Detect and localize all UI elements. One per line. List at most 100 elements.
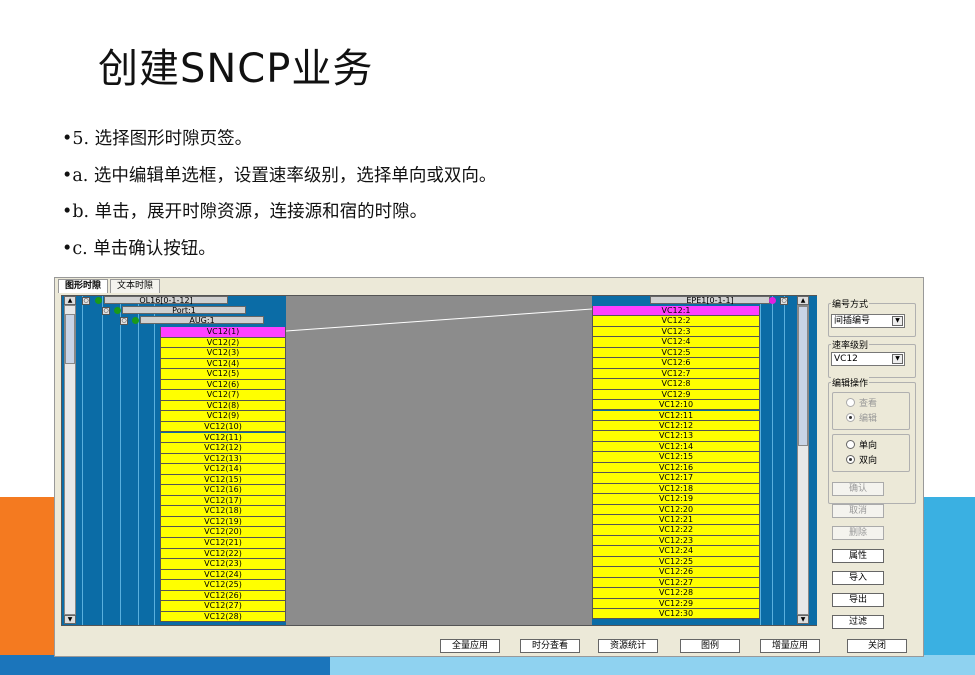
source-timeslot[interactable]: VC12(4) (160, 358, 286, 370)
source-timeslot[interactable]: VC12(8) (160, 400, 286, 412)
sink-timeslot[interactable]: VC12:24 (592, 546, 760, 557)
sink-timeslot[interactable]: VC12:2 (592, 316, 760, 327)
sink-timeslot[interactable]: VC12:26 (592, 567, 760, 578)
sink-timeslot[interactable]: VC12:9 (592, 389, 760, 401)
source-timeslot[interactable]: VC12(18) (160, 506, 286, 517)
sink-timeslot[interactable]: VC12:13 (592, 431, 760, 442)
aug-node[interactable]: AUG:1 (140, 316, 264, 325)
source-timeslot[interactable]: VC12(25) (160, 580, 286, 591)
sink-timeslot[interactable]: VC12:10 (592, 400, 760, 411)
numbering-value: 间插编号 (834, 316, 871, 326)
sink-timeslot[interactable]: VC12:7 (592, 368, 760, 380)
unidirectional-radio[interactable]: 单向 (846, 438, 877, 451)
source-timeslot[interactable]: VC12(19) (160, 516, 286, 528)
sink-timeslot[interactable]: VC12:22 (592, 525, 760, 536)
sink-timeslot[interactable]: VC12:25 (592, 556, 760, 568)
view-radio[interactable]: 查看 (846, 396, 877, 409)
sink-timeslot[interactable]: VC12:17 (592, 473, 760, 484)
import-button[interactable]: 导入 (832, 571, 884, 585)
sink-timeslot[interactable]: VC12:27 (592, 577, 760, 589)
source-timeslot[interactable]: VC12(13) (160, 453, 286, 465)
orange-decoration (0, 497, 60, 675)
delete-button[interactable]: 删除 (832, 526, 884, 540)
filter-button[interactable]: 过滤 (832, 615, 884, 629)
sink-timeslot[interactable]: VC12:29 (592, 598, 760, 610)
sink-timeslot[interactable]: VC12:15 (592, 452, 760, 463)
source-timeslot[interactable]: VC12(2) (160, 337, 286, 349)
edit-op-label: 编辑操作 (831, 376, 870, 389)
sink-timeslot[interactable]: VC12:11 (592, 410, 760, 421)
source-timeslot[interactable]: VC12(16) (160, 485, 286, 496)
sink-timeslot[interactable]: VC12:30 (592, 609, 760, 620)
time-division-view-button[interactable]: 时分查看 (520, 639, 580, 653)
sink-timeslot[interactable]: VC12:6 (592, 358, 760, 369)
board-node[interactable]: OL16[0-1-12] (104, 296, 228, 305)
status-dot-icon (132, 317, 139, 324)
scroll-down-button[interactable]: ▼ (797, 615, 809, 624)
bidirectional-radio[interactable]: 双向 (846, 453, 877, 466)
source-timeslot[interactable]: VC12(14) (160, 464, 286, 475)
source-timeslot[interactable]: VC12(28) (160, 611, 286, 623)
source-timeslot[interactable]: VC12(11) (160, 432, 286, 444)
left-scroll-thumb[interactable] (65, 314, 75, 364)
sink-timeslot[interactable]: VC12:21 (592, 515, 760, 526)
sink-timeslot[interactable]: VC12:14 (592, 441, 760, 453)
edit-radio[interactable]: 编辑 (846, 411, 877, 424)
source-timeslot[interactable]: VC12(17) (160, 495, 286, 507)
cancel-button[interactable]: 取消 (832, 504, 884, 518)
source-timeslot[interactable]: VC12(6) (160, 379, 286, 391)
bottom-toolbar: 全量应用 时分查看 资源统计 图例 增量应用 关闭 (55, 635, 923, 655)
sink-timeslot[interactable]: VC12:23 (592, 535, 760, 547)
expand-toggle[interactable]: ○ (102, 307, 110, 315)
export-button[interactable]: 导出 (832, 593, 884, 607)
scroll-up-button[interactable]: ▲ (64, 296, 76, 305)
bi-radio-label: 双向 (859, 456, 878, 466)
source-timeslot[interactable]: VC12(5) (160, 369, 286, 380)
sink-timeslot[interactable]: VC12:28 (592, 588, 760, 599)
right-scroll-thumb[interactable] (798, 306, 808, 446)
legend-button[interactable]: 图例 (680, 639, 740, 653)
sink-timeslot[interactable]: VC12:19 (592, 494, 760, 505)
source-timeslot[interactable]: VC12(15) (160, 474, 286, 486)
sink-timeslot[interactable]: VC12:1 (592, 306, 760, 317)
sink-timeslot[interactable]: VC12:8 (592, 379, 760, 390)
close-button[interactable]: 关闭 (847, 639, 907, 653)
source-timeslot[interactable]: VC12(9) (160, 411, 286, 422)
port-node[interactable]: Port:1 (122, 306, 246, 315)
tab-text-timeslot[interactable]: 文本时隙 (110, 279, 161, 293)
source-timeslot[interactable]: VC12(12) (160, 443, 286, 454)
scroll-down-button[interactable]: ▼ (64, 615, 76, 624)
source-timeslot[interactable]: VC12(22) (160, 548, 286, 560)
source-timeslot[interactable]: VC12(7) (160, 390, 286, 401)
sink-timeslot[interactable]: VC12:5 (592, 347, 760, 359)
board-node[interactable]: EPE1[0-1-1] (650, 296, 770, 305)
sink-timeslot[interactable]: VC12:16 (592, 462, 760, 474)
confirm-button[interactable]: 确认 (832, 482, 884, 496)
property-button[interactable]: 属性 (832, 549, 884, 563)
sink-timeslot[interactable]: VC12:3 (592, 326, 760, 338)
scroll-up-button[interactable]: ▲ (797, 296, 809, 305)
source-timeslot[interactable]: VC12(3) (160, 348, 286, 359)
resource-stats-button[interactable]: 资源统计 (598, 639, 658, 653)
expand-toggle[interactable]: ○ (780, 297, 788, 305)
source-timeslot[interactable]: VC12(20) (160, 527, 286, 538)
incremental-apply-button[interactable]: 增量应用 (760, 639, 820, 653)
source-timeslot[interactable]: VC12(26) (160, 590, 286, 602)
source-timeslot[interactable]: VC12(1) (160, 327, 286, 338)
tab-graphic-timeslot[interactable]: 图形时隙 (58, 279, 109, 293)
source-timeslot[interactable]: VC12(21) (160, 538, 286, 549)
sink-timeslot[interactable]: VC12:18 (592, 483, 760, 495)
source-timeslot[interactable]: VC12(27) (160, 601, 286, 612)
source-timeslot[interactable]: VC12(23) (160, 559, 286, 570)
status-dot-icon (114, 307, 121, 314)
expand-toggle[interactable]: ○ (120, 317, 128, 325)
rate-select[interactable]: VC12 ▼ (831, 352, 905, 366)
source-timeslot[interactable]: VC12(10) (160, 421, 286, 433)
source-timeslot[interactable]: VC12(24) (160, 569, 286, 581)
sink-timeslot[interactable]: VC12:12 (592, 420, 760, 432)
numbering-select[interactable]: 间插编号 ▼ (831, 314, 905, 328)
expand-toggle[interactable]: ○ (82, 297, 90, 305)
sink-timeslot[interactable]: VC12:20 (592, 504, 760, 515)
full-apply-button[interactable]: 全量应用 (440, 639, 500, 653)
sink-timeslot[interactable]: VC12:4 (592, 337, 760, 348)
